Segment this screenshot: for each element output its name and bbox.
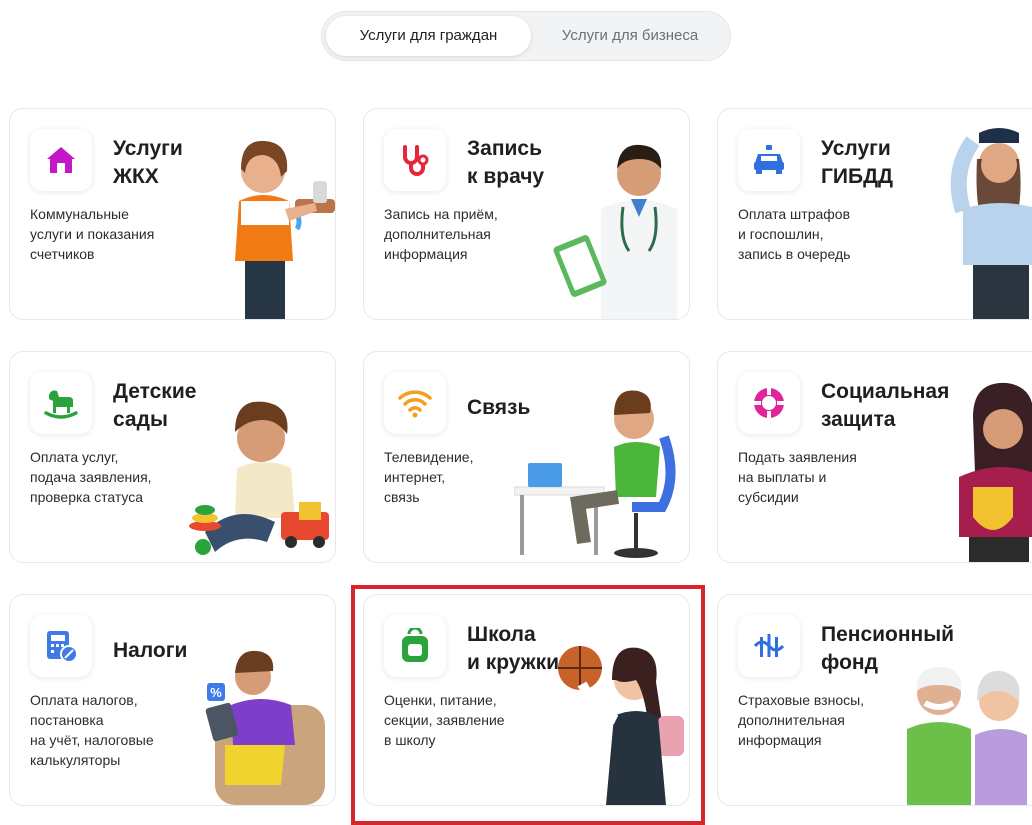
card-icon-box: [738, 129, 800, 191]
card-icon-box: [30, 129, 92, 191]
boy-with-toys-illustration: [189, 401, 329, 555]
card-icon-box: [30, 615, 92, 677]
card-traffic-police[interactable]: Услуги ГИБДД Оплата штрафов и госпошлин,…: [717, 108, 1032, 320]
woman-at-tap-illustration: [235, 140, 335, 319]
pension-fund-icon: [753, 634, 785, 657]
card-communication[interactable]: Связь Телевидение, интернет, связь: [363, 351, 690, 563]
card-title: Налоги: [113, 639, 188, 662]
card-description: Оплата налогов, постановка на учёт, нало…: [30, 692, 154, 768]
card-icon-box: [738, 372, 800, 434]
card-taxes[interactable]: Налоги Оплата налогов, постановка на учё…: [9, 594, 336, 806]
service-type-switcher: Услуги для граждан Услуги для бизнеса: [321, 11, 731, 61]
card-title: Социальная защита: [821, 380, 950, 431]
card-icon-box: [738, 615, 800, 677]
card-icon-box: [384, 615, 446, 677]
traffic-officer-illustration: [950, 128, 1032, 319]
card-title: Услуги ГИБДД: [821, 137, 894, 188]
card-title: Детские сады: [113, 380, 197, 431]
house-icon: [47, 147, 75, 173]
lifebuoy-icon: [753, 387, 785, 419]
elderly-couple-illustration: [907, 667, 1027, 805]
card-pension-fund[interactable]: Пенсионный фонд Страховые взносы, дополн…: [717, 594, 1032, 806]
stethoscope-icon: [403, 145, 429, 176]
card-description: Запись на приём, дополнительная информац…: [384, 206, 498, 262]
card-title: Запись к врачу: [467, 137, 545, 188]
card-description: Коммунальные услуги и показания счетчико…: [30, 206, 155, 262]
police-car-icon: [754, 145, 784, 174]
card-icon-box: [30, 372, 92, 434]
card-icon-box: [384, 372, 446, 434]
tab-business[interactable]: Услуги для бизнеса: [534, 16, 726, 56]
backpack-icon: [402, 628, 428, 662]
man-at-desk-illustration: [514, 390, 676, 558]
man-with-tablet-illustration: %: [205, 650, 325, 805]
card-description: Оценки, питание, секции, заявление в шко…: [384, 692, 505, 748]
card-description: Подать заявления на выплаты и субсидии: [738, 449, 857, 505]
wifi-icon: [398, 390, 432, 418]
tab-citizens[interactable]: Услуги для граждан: [326, 16, 531, 56]
card-school-and-clubs[interactable]: Школа и кружки Оценки, питание, секции, …: [363, 594, 690, 806]
rocking-horse-icon: [44, 390, 78, 419]
woman-with-shield-illustration: [959, 382, 1032, 562]
card-title: Услуги ЖКХ: [113, 137, 183, 188]
calculator-icon: [47, 631, 78, 663]
card-description: Оплата штрафов и госпошлин, запись в оче…: [738, 206, 851, 262]
card-kindergartens[interactable]: Детские сады Оплата услуг, подача заявле…: [9, 351, 336, 563]
card-doctor-appointment[interactable]: Запись к врачу Запись на приём, дополнит…: [363, 108, 690, 320]
tax-percent-badge: %: [210, 685, 222, 700]
girl-with-basketball-illustration: [558, 646, 684, 805]
card-social-protection[interactable]: Социальная защита Подать заявления на вы…: [717, 351, 1032, 563]
doctor-illustration: [553, 144, 677, 319]
card-description: Оплата услуг, подача заявления, проверка…: [30, 449, 152, 505]
card-housing-services[interactable]: Услуги ЖКХ Коммунальные услуги и показан…: [9, 108, 336, 320]
card-title: Школа и кружки: [467, 623, 560, 674]
card-icon-box: [384, 129, 446, 191]
